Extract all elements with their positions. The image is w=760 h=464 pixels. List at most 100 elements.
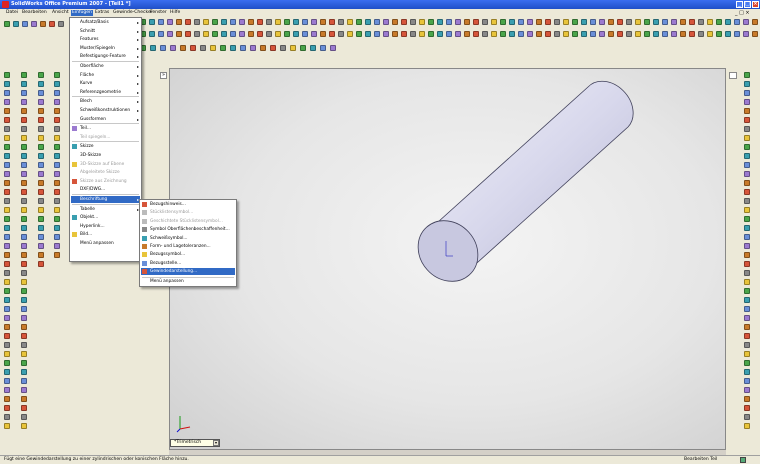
toolbar-tool-icon[interactable] <box>744 135 750 141</box>
toolbar-tool-icon[interactable] <box>21 243 27 249</box>
toolbar-tool-icon[interactable] <box>21 144 27 150</box>
toolbar-tool-icon[interactable] <box>200 45 206 51</box>
toolbar-tool-icon[interactable] <box>21 171 27 177</box>
toolbar-tool-icon[interactable] <box>744 342 750 348</box>
toolbar-tool-icon[interactable] <box>54 81 60 87</box>
toolbar-tool-icon[interactable] <box>744 324 750 330</box>
toolbar-tool-icon[interactable] <box>4 405 10 411</box>
toolbar-tool-icon[interactable] <box>680 19 686 25</box>
toolbar-tool-icon[interactable] <box>284 19 290 25</box>
toolbar-tool-icon[interactable] <box>54 225 60 231</box>
toolbar-tool-icon[interactable] <box>464 31 470 37</box>
insert-menu-item[interactable]: Skizze aus Zeichnung <box>80 179 127 184</box>
insert-menu-item[interactable]: Kurve <box>80 81 92 86</box>
toolbar-tool-icon[interactable] <box>365 31 371 37</box>
menu-gewinde-checker[interactable]: Gewinde-Checker <box>113 10 153 16</box>
toolbar-tool-icon[interactable] <box>4 243 10 249</box>
insert-menu-item[interactable]: Beschriftung <box>80 197 107 202</box>
toolbar-tool-icon[interactable] <box>635 31 641 37</box>
toolbar-tool-icon[interactable] <box>54 216 60 222</box>
toolbar-tool-icon[interactable] <box>54 144 60 150</box>
insert-menu-item[interactable]: Schweißkonstruktionen <box>80 108 130 113</box>
toolbar-tool-icon[interactable] <box>54 126 60 132</box>
toolbar-tool-icon[interactable] <box>21 261 27 267</box>
toolbar-tool-icon[interactable] <box>698 31 704 37</box>
toolbar-tool-icon[interactable] <box>49 21 55 27</box>
toolbar-tool-icon[interactable] <box>54 72 60 78</box>
toolbar-tool-icon[interactable] <box>581 19 587 25</box>
toolbar-tool-icon[interactable] <box>599 19 605 25</box>
insert-menu-item[interactable]: Tabelle <box>80 207 95 212</box>
toolbar-tool-icon[interactable] <box>302 31 308 37</box>
toolbar-tool-icon[interactable] <box>38 135 44 141</box>
toolbar-tool-icon[interactable] <box>21 414 27 420</box>
toolbar-tool-icon[interactable] <box>21 207 27 213</box>
toolbar-tool-icon[interactable] <box>608 31 614 37</box>
toolbar-tool-icon[interactable] <box>446 31 452 37</box>
toolbar-tool-icon[interactable] <box>21 198 27 204</box>
graphics-viewport[interactable] <box>169 68 726 450</box>
toolbar-tool-icon[interactable] <box>54 252 60 258</box>
toolbar-tool-icon[interactable] <box>311 19 317 25</box>
toolbar-tool-icon[interactable] <box>491 19 497 25</box>
toolbar-tool-icon[interactable] <box>230 45 236 51</box>
toolbar-tool-icon[interactable] <box>653 19 659 25</box>
toolbar-tool-icon[interactable] <box>744 216 750 222</box>
toolbar-tool-icon[interactable] <box>300 45 306 51</box>
toolbar-tool-icon[interactable] <box>38 171 44 177</box>
toolbar-tool-icon[interactable] <box>38 243 44 249</box>
toolbar-tool-icon[interactable] <box>194 31 200 37</box>
toolbar-tool-icon[interactable] <box>734 31 740 37</box>
toolbar-tool-icon[interactable] <box>518 19 524 25</box>
toolbar-tool-icon[interactable] <box>21 189 27 195</box>
toolbar-tool-icon[interactable] <box>21 351 27 357</box>
toolbar-tool-icon[interactable] <box>662 19 668 25</box>
toolbar-tool-icon[interactable] <box>160 45 166 51</box>
toolbar-tool-icon[interactable] <box>230 31 236 37</box>
toolbar-tool-icon[interactable] <box>744 126 750 132</box>
toolbar-tool-icon[interactable] <box>744 99 750 105</box>
toolbar-tool-icon[interactable] <box>266 19 272 25</box>
toolbar-tool-icon[interactable] <box>500 31 506 37</box>
toolbar-tool-icon[interactable] <box>744 396 750 402</box>
insert-menu-item[interactable]: Befestigungs-Feature <box>80 54 126 59</box>
toolbar-tool-icon[interactable] <box>563 19 569 25</box>
toolbar-tool-icon[interactable] <box>4 72 10 78</box>
toolbar-tool-icon[interactable] <box>671 31 677 37</box>
toolbar-tool-icon[interactable] <box>302 19 308 25</box>
toolbar-tool-icon[interactable] <box>644 31 650 37</box>
toolbar-tool-icon[interactable] <box>752 31 758 37</box>
toolbar-tool-icon[interactable] <box>374 19 380 25</box>
toolbar-tool-icon[interactable] <box>572 19 578 25</box>
toolbar-tool-icon[interactable] <box>744 189 750 195</box>
toolbar-tool-icon[interactable] <box>4 288 10 294</box>
toolbar-tool-icon[interactable] <box>38 207 44 213</box>
toolbar-tool-icon[interactable] <box>338 31 344 37</box>
toolbar-tool-icon[interactable] <box>698 19 704 25</box>
toolbar-tool-icon[interactable] <box>38 180 44 186</box>
toolbar-tool-icon[interactable] <box>572 31 578 37</box>
toolbar-tool-icon[interactable] <box>744 333 750 339</box>
toolbar-tool-icon[interactable] <box>4 180 10 186</box>
toolbar-tool-icon[interactable] <box>21 72 27 78</box>
toolbar-tool-icon[interactable] <box>356 19 362 25</box>
toolbar-tool-icon[interactable] <box>176 19 182 25</box>
cylinder-model[interactable] <box>170 69 727 451</box>
toolbar-tool-icon[interactable] <box>21 378 27 384</box>
toolbar-tool-icon[interactable] <box>150 45 156 51</box>
toolbar-tool-icon[interactable] <box>54 99 60 105</box>
toolbar-tool-icon[interactable] <box>212 19 218 25</box>
toolbar-tool-icon[interactable] <box>744 81 750 87</box>
annotation-menu-item[interactable]: Schweißsymbol... <box>150 236 188 241</box>
toolbar-tool-icon[interactable] <box>383 19 389 25</box>
insert-menu-item[interactable]: Teil... <box>80 126 91 131</box>
insert-menu-item[interactable]: 3D-Skizze auf Ebene <box>80 162 124 167</box>
toolbar-tool-icon[interactable] <box>54 162 60 168</box>
toolbar-tool-icon[interactable] <box>250 45 256 51</box>
toolbar-tool-icon[interactable] <box>158 31 164 37</box>
toolbar-tool-icon[interactable] <box>21 297 27 303</box>
annotation-menu-item[interactable]: Gewindedarstellung... <box>150 269 197 274</box>
toolbar-tool-icon[interactable] <box>54 153 60 159</box>
insert-menu-item[interactable]: Muster/Spiegeln <box>80 46 115 51</box>
toolbar-tool-icon[interactable] <box>744 351 750 357</box>
